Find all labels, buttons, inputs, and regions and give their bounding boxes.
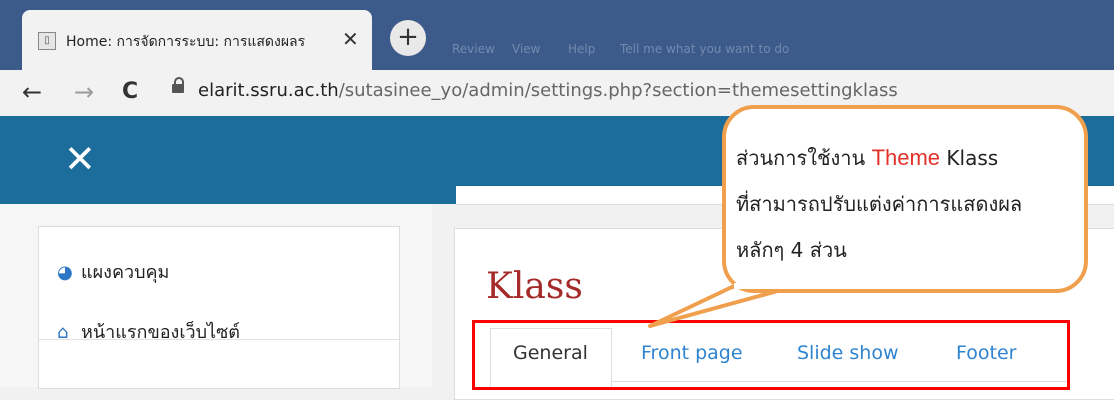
callout-line-1: ส่วนการใช้งาน Theme Klass xyxy=(736,142,998,174)
callout-text: Klass xyxy=(946,146,999,170)
callout-text: ส่วนการใช้งาน xyxy=(736,146,866,170)
callout-line-2: ที่สามารถปรับแต่งค่าการแสดงผล xyxy=(736,192,1023,216)
callout-accent: Theme xyxy=(871,145,941,170)
callout-line-3: หลักๆ 4 ส่วน xyxy=(736,238,847,262)
